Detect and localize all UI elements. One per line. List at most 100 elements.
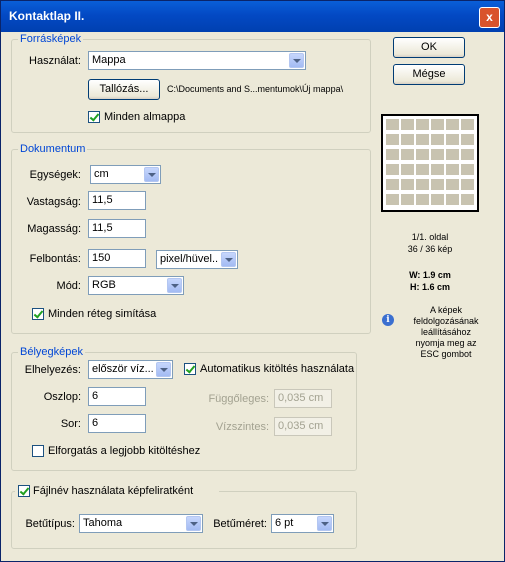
mode-select[interactable]: RGB <box>88 276 184 295</box>
preview-thumbnail <box>386 134 399 145</box>
units-label: Egységek: <box>29 169 81 181</box>
preview-thumbnail <box>446 179 459 190</box>
resolution-field[interactable]: 150 <box>88 249 146 268</box>
columns-label: Oszlop: <box>43 391 81 403</box>
title-bar: Kontaktlap II. x <box>1 1 504 32</box>
preview-thumbnail <box>461 119 474 130</box>
width-field[interactable]: 11,5 <box>88 191 146 210</box>
preview-thumbnail <box>401 164 414 175</box>
columns-field[interactable]: 6 <box>88 387 146 406</box>
preview-thumbnail <box>416 164 429 175</box>
preview-thumbnail <box>461 164 474 175</box>
preview-thumbnail <box>401 194 414 205</box>
vertical-spacing-label: Függőleges: <box>208 393 269 405</box>
units-select-value: cm <box>94 168 109 180</box>
font-size-label: Betűméret: <box>213 518 267 530</box>
flatten-layers-checkbox[interactable] <box>32 308 44 320</box>
preview-thumbnail <box>431 194 444 205</box>
image-count: 36 / 36 kép <box>407 244 453 254</box>
preview-thumbnail <box>431 119 444 130</box>
autofill-label[interactable]: Automatikus kitöltés használata <box>200 363 354 376</box>
preview-thumbnail <box>401 119 414 130</box>
chevron-down-icon <box>186 516 201 531</box>
rotate-label[interactable]: Elforgatás a legjobb kitöltéshez <box>48 445 200 458</box>
info-icon: i <box>382 314 394 326</box>
preview-thumbnail <box>416 134 429 145</box>
window-title: Kontaktlap II. <box>9 9 85 23</box>
rotate-checkbox[interactable] <box>32 445 44 457</box>
layout-preview <box>381 114 479 212</box>
thumb-width: W: 1.9 cm <box>409 270 451 280</box>
use-select-value: Mappa <box>92 54 126 66</box>
preview-thumbnail <box>461 149 474 160</box>
preview-thumbnail <box>431 164 444 175</box>
preview-thumbnail <box>401 149 414 160</box>
page-count: 1/1. oldal <box>411 232 449 242</box>
preview-thumbnail <box>461 134 474 145</box>
font-select[interactable]: Tahoma <box>79 514 203 533</box>
chevron-down-icon <box>221 252 236 267</box>
preview-thumbnail <box>416 149 429 160</box>
preview-thumbnail <box>461 194 474 205</box>
units-select[interactable]: cm <box>90 165 161 184</box>
font-size-select[interactable]: 6 pt <box>271 514 334 533</box>
preview-thumbnail <box>461 179 474 190</box>
document-legend: Dokumentum <box>18 143 88 156</box>
preview-thumbnail <box>386 164 399 175</box>
use-select[interactable]: Mappa <box>88 51 306 70</box>
resolution-unit-value: pixel/hüvel.. <box>160 253 219 265</box>
place-select[interactable]: először víz... <box>88 360 173 379</box>
preview-thumbnail <box>446 164 459 175</box>
preview-thumbnail <box>446 194 459 205</box>
use-label: Használat: <box>29 55 81 67</box>
subfolders-label[interactable]: Minden almappa <box>104 111 185 124</box>
place-select-value: először víz... <box>92 363 154 375</box>
font-size-select-value: 6 pt <box>275 517 294 529</box>
chevron-down-icon <box>167 278 182 293</box>
preview-thumbnail <box>386 119 399 130</box>
resolution-unit-select[interactable]: pixel/hüvel.. <box>156 250 238 269</box>
preview-thumbnail <box>446 119 459 130</box>
chevron-down-icon <box>289 53 304 68</box>
rows-field[interactable]: 6 <box>88 414 146 433</box>
preview-thumbnail <box>416 179 429 190</box>
autofill-checkbox[interactable] <box>184 363 196 375</box>
esc-hint-line-5: ESC gombot <box>420 349 472 359</box>
preview-thumbnail <box>431 149 444 160</box>
preview-thumbnail <box>386 179 399 190</box>
mode-label: Mód: <box>56 280 81 292</box>
preview-thumbnail <box>416 194 429 205</box>
preview-thumbnail <box>401 134 414 145</box>
preview-thumbnail <box>446 149 459 160</box>
preview-thumbnail <box>401 179 414 190</box>
subfolders-checkbox[interactable] <box>88 111 100 123</box>
height-field[interactable]: 11,5 <box>88 219 146 238</box>
rows-label: Sor: <box>60 418 81 430</box>
flatten-layers-label[interactable]: Minden réteg simítása <box>48 308 156 321</box>
preview-thumbnail <box>386 149 399 160</box>
browse-button[interactable]: Tallózás... <box>88 79 160 100</box>
horizontal-spacing-field[interactable]: 0,035 cm <box>274 417 332 436</box>
thumbnails-legend: Bélyegképek <box>18 346 85 359</box>
use-filename-checkbox[interactable] <box>18 485 30 497</box>
dialog-window: Kontaktlap II. x Forrásképek Használat: … <box>0 0 505 562</box>
chevron-down-icon <box>156 362 171 377</box>
source-images-legend: Forrásképek <box>18 33 84 46</box>
vertical-spacing-field[interactable]: 0,035 cm <box>274 389 332 408</box>
place-label: Elhelyezés: <box>24 364 81 376</box>
preview-thumbnail <box>416 119 429 130</box>
chevron-down-icon <box>144 167 159 182</box>
preview-thumbnail <box>431 179 444 190</box>
resolution-label: Felbontás: <box>29 253 81 265</box>
close-button[interactable]: x <box>479 7 500 28</box>
ok-button[interactable]: OK <box>393 37 465 58</box>
use-filename-label[interactable]: Fájlnév használata képfeliratként <box>33 485 193 498</box>
font-select-value: Tahoma <box>83 517 123 529</box>
mode-select-value: RGB <box>92 279 116 291</box>
height-label: Magasság: <box>27 223 81 235</box>
cancel-button[interactable]: Mégse <box>393 64 465 85</box>
thumb-height: H: 1.6 cm <box>409 282 451 292</box>
preview-thumbnail <box>431 134 444 145</box>
preview-thumbnail <box>386 194 399 205</box>
chevron-down-icon <box>317 516 332 531</box>
